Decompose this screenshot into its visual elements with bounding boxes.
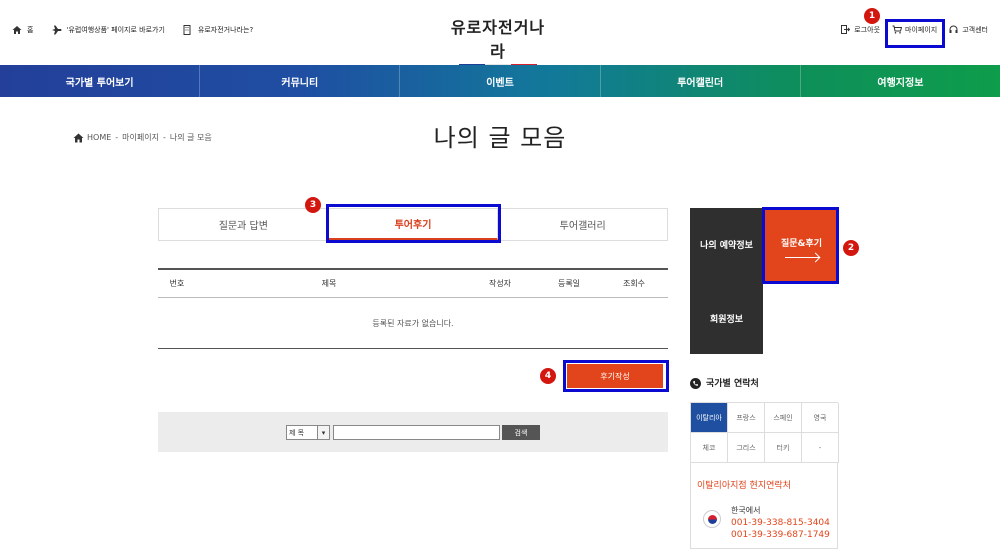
home-link-label: 홈 — [27, 26, 34, 34]
country-tab-empty: - — [802, 433, 839, 463]
shortcut-link-label: '유럽여행상품' 페이지로 바로가기 — [66, 26, 165, 34]
search-area: 제 목 ▾ 검색 — [158, 412, 668, 452]
home-link[interactable]: 홈 — [12, 25, 33, 35]
top-left-links: 홈 '유럽여행상품' 페이지로 바로가기 유로자전거나라는? — [12, 25, 253, 35]
highlight-box-write-review — [563, 360, 669, 392]
side-menu: 나의 예약정보 회원정보 — [690, 208, 763, 354]
phone-icon — [690, 377, 701, 389]
shortcut-link[interactable]: '유럽여행상품' 페이지로 바로가기 — [51, 25, 165, 35]
table-empty-row: 등록된 자료가 없습니다. — [158, 298, 668, 349]
support-label: 고객센터 — [962, 26, 988, 34]
search-field-select[interactable]: 제 목 ▾ — [286, 425, 330, 440]
side-item-reservation[interactable]: 나의 예약정보 — [690, 238, 763, 251]
logout-link[interactable]: 로그아웃 — [841, 25, 880, 35]
korea-flag-icon — [703, 510, 721, 528]
country-tab-turkey[interactable]: 터키 — [765, 433, 802, 463]
highlight-box-mypage — [885, 19, 945, 48]
from-korea-label: 한국에서 — [731, 506, 761, 515]
nav-item-tours-by-country[interactable]: 국가별 투어보기 — [0, 65, 201, 97]
search-input[interactable] — [333, 425, 500, 440]
about-link-label: 유로자전거나라는? — [197, 26, 254, 34]
search-button[interactable]: 검색 — [502, 425, 540, 440]
page-title: 나의 글 모음 — [433, 124, 567, 152]
col-date: 등록일 — [557, 279, 581, 288]
country-grid: 이탈리아 프랑스 스페인 영국 체코 그리스 터키 - — [690, 402, 839, 463]
step-marker-2: 2 — [843, 240, 859, 256]
headset-icon — [949, 25, 959, 35]
empty-message: 등록된 자료가 없습니다. — [372, 318, 454, 328]
contact-heading: 국가별 연락처 — [690, 376, 759, 389]
contact-heading-label: 국가별 연락처 — [706, 379, 759, 389]
step-marker-4: 4 — [540, 368, 556, 384]
home-icon — [12, 25, 22, 35]
logout-icon — [841, 25, 851, 35]
building-icon — [183, 25, 193, 35]
nav-item-tour-calendar[interactable]: 투어캘린더 — [601, 65, 801, 97]
col-number: 번호 — [169, 279, 185, 288]
branch-contact-box: 이탈리아지점 현지연락처 한국에서 001-39-338-815-3404 00… — [690, 463, 838, 549]
airplane-icon — [51, 25, 62, 35]
country-tab-france[interactable]: 프랑스 — [728, 403, 765, 433]
support-link[interactable]: 고객센터 — [949, 25, 988, 35]
country-tab-greece[interactable]: 그리스 — [728, 433, 765, 463]
about-link[interactable]: 유로자전거나라는? — [183, 25, 253, 35]
posts-table: 번호 제목 작성자 등록일 조회수 등록된 자료가 없습니다. — [158, 268, 668, 349]
tab-tour-gallery[interactable]: 투어갤러리 — [498, 209, 667, 240]
step-marker-3: 3 — [305, 197, 321, 213]
nav-item-destination-info[interactable]: 여행지정보 — [801, 65, 1000, 97]
highlight-box-tour-review-tab — [326, 204, 501, 243]
col-title: 제목 — [321, 279, 337, 288]
col-author: 작성자 — [488, 279, 512, 288]
country-tab-italy[interactable]: 이탈리아 — [691, 403, 728, 433]
phone-number: 001-39-338-815-3404 — [731, 518, 830, 528]
country-tab-uk[interactable]: 영국 — [802, 403, 839, 433]
highlight-box-qa-review — [762, 207, 839, 284]
nav-item-community[interactable]: 커뮤니티 — [200, 65, 401, 97]
side-item-member-info[interactable]: 회원정보 — [690, 312, 763, 325]
branch-title: 이탈리아지점 현지연락처 — [697, 481, 791, 491]
phone-number: 001-39-339-687-1749 — [731, 530, 830, 540]
nav-item-event[interactable]: 이벤트 — [400, 65, 601, 97]
chevron-down-icon: ▾ — [317, 426, 329, 439]
search-select-value: 제 목 — [289, 428, 305, 437]
main-nav: 국가별 투어보기 커뮤니티 이벤트 투어캘린더 여행지정보 — [0, 65, 1000, 97]
table-header: 번호 제목 작성자 등록일 조회수 — [158, 268, 668, 298]
logo-text: 유로자전거나라 — [450, 18, 546, 61]
top-bar: 홈 '유럽여행상품' 페이지로 바로가기 유로자전거나라는? 유로자전거나라 로… — [0, 0, 1000, 67]
logout-label: 로그아웃 — [854, 26, 881, 34]
tab-qa[interactable]: 질문과 답변 — [159, 209, 329, 240]
col-views: 조회수 — [622, 279, 646, 288]
step-marker-1: 1 — [864, 8, 880, 24]
site-logo[interactable]: 유로자전거나라 — [448, 14, 548, 67]
country-tab-czech[interactable]: 체코 — [691, 433, 728, 463]
country-tab-spain[interactable]: 스페인 — [765, 403, 802, 433]
